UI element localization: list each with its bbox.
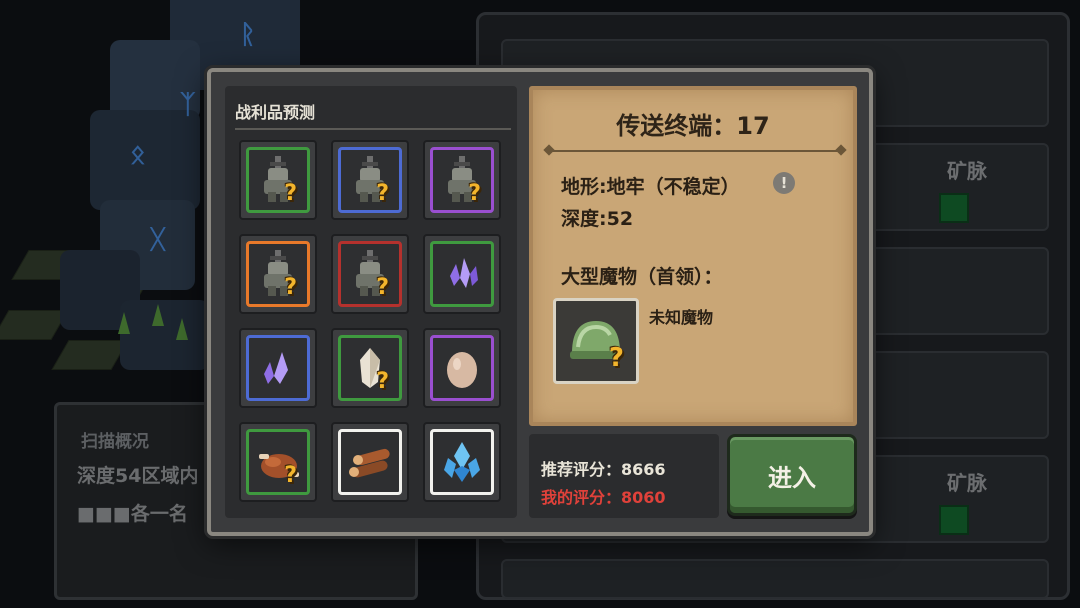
loot-item-frame <box>430 335 494 401</box>
loot-prediction-title: 战利品预测 <box>235 103 316 122</box>
loot-item-slot[interactable]: ? <box>331 234 409 314</box>
background-list-row <box>501 559 1049 599</box>
exclamation-info-icon[interactable]: ! <box>773 172 795 194</box>
unknown-question-icon: ? <box>608 343 624 373</box>
glowing-rune-icon: ᚷ <box>150 225 166 255</box>
scan-summary-title: 扫描概况 <box>81 432 149 452</box>
my-score: 我的评分：8060 <box>541 488 666 507</box>
glowing-rune-icon: ᚱ <box>240 20 256 50</box>
teleport-terminal-title: 传送终端：17 <box>616 112 770 140</box>
loot-item-frame: ? <box>246 429 310 495</box>
floor-tile <box>51 340 129 370</box>
ice-crystal-icon <box>444 442 480 482</box>
wood-logs-icon <box>349 448 390 478</box>
glowing-rune-icon: ᛉ <box>180 90 196 120</box>
loot-item-frame: ? <box>338 147 402 213</box>
unknown-question-icon: ? <box>284 463 297 488</box>
loot-item-frame <box>246 335 310 401</box>
loot-item-frame <box>430 241 494 307</box>
depth-label: 深度:52 <box>561 208 634 230</box>
loot-prediction-panel: 战利品预测 ? ? ? ? ? ? ? <box>225 86 517 518</box>
loot-item-slot[interactable]: ? <box>423 140 501 220</box>
scan-summary-line: 深度54区域内 <box>77 465 199 487</box>
loot-item-slot[interactable] <box>331 422 409 502</box>
boss-name: 未知魔物 <box>649 308 714 327</box>
purple-crystal-icon <box>450 258 478 288</box>
ornamental-divider <box>547 150 843 152</box>
terrain-label: 地形:地牢（不稳定） <box>561 176 740 198</box>
rock-block <box>120 300 210 370</box>
loot-item-slot[interactable]: ? <box>331 140 409 220</box>
boss-heading: 大型魔物（首领）： <box>561 266 723 288</box>
loot-item-slot[interactable]: ? <box>239 140 317 220</box>
glowing-rune-icon: ᛟ <box>130 140 146 170</box>
score-panel: 推荐评分：8666 我的评分：8060 <box>529 434 719 518</box>
grass-tuft <box>152 304 164 326</box>
teleport-info-panel: 传送终端：17 地形:地牢（不稳定） ! 深度:52 大型魔物（首领）： ? 未… <box>529 86 857 426</box>
unknown-question-icon: ? <box>468 181 481 206</box>
ore-indicator <box>939 193 969 223</box>
divider <box>235 128 511 130</box>
loot-item-slot[interactable] <box>239 328 317 408</box>
egg-icon <box>447 352 477 388</box>
loot-item-frame: ? <box>246 147 310 213</box>
loot-item-frame: ? <box>338 241 402 307</box>
grass-tuft <box>118 312 130 334</box>
loot-item-slot[interactable] <box>423 328 501 408</box>
loot-item-frame <box>430 429 494 495</box>
loot-item-slot[interactable] <box>423 234 501 314</box>
recommended-score: 推荐评分：8666 <box>541 460 666 479</box>
ore-indicator <box>939 505 969 535</box>
unknown-question-icon: ? <box>284 275 297 300</box>
unknown-question-icon: ? <box>284 181 297 206</box>
loot-item-frame: ? <box>338 335 402 401</box>
unknown-question-icon: ? <box>376 181 389 206</box>
loot-item-frame: ? <box>430 147 494 213</box>
loot-item-frame: ? <box>246 241 310 307</box>
loot-item-slot[interactable]: ? <box>239 422 317 502</box>
boss-portrait-slot[interactable]: ? <box>553 298 639 384</box>
loot-item-slot[interactable] <box>423 422 501 502</box>
unknown-question-icon: ? <box>376 275 389 300</box>
grass-tuft <box>176 318 188 340</box>
scan-summary-line: ■■■各一名 <box>77 503 188 525</box>
unknown-question-icon: ? <box>376 369 389 394</box>
enter-button[interactable]: 进入 <box>727 434 857 516</box>
purple-crystal-icon <box>264 352 288 384</box>
loot-item-slot[interactable]: ? <box>239 234 317 314</box>
background-row-label: 矿脉 <box>947 471 987 495</box>
loot-item-slot[interactable]: ? <box>331 328 409 408</box>
loot-item-frame <box>338 429 402 495</box>
background-row-label: 矿脉 <box>947 159 987 183</box>
floor-tile <box>0 310 69 340</box>
teleport-terminal-dialog: 战利品预测 ? ? ? ? ? ? ? 传送终端：17 地形:地牢（不稳定） !… <box>207 68 873 536</box>
